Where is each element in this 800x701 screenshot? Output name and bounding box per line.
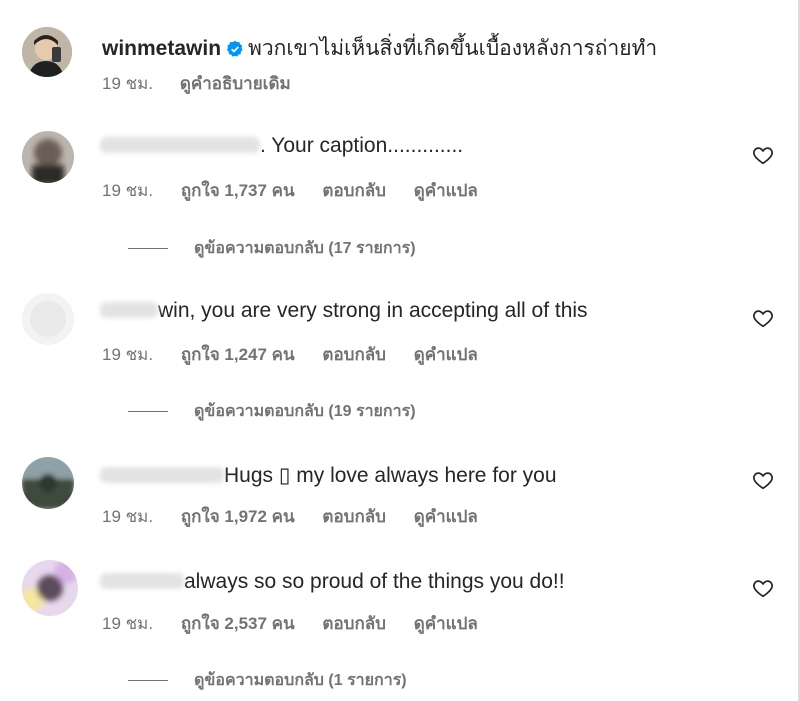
reply-button[interactable]: ตอบกลับ: [322, 614, 386, 633]
view-replies-button[interactable]: ดูข้อความตอบกลับ (17 รายการ): [128, 236, 416, 261]
comment-time: 19 ชม.: [102, 614, 154, 633]
view-replies-button[interactable]: ดูข้อความตอบกลับ (1 รายการ): [128, 668, 407, 693]
blurred-username[interactable]: [100, 467, 224, 483]
likes-count[interactable]: ถูกใจ 1,247 คน: [181, 345, 295, 364]
divider-dash: [128, 411, 168, 413]
comment-time: 19 ชม.: [102, 345, 154, 364]
likes-count[interactable]: ถูกใจ 1,737 คน: [181, 181, 295, 200]
avatar[interactable]: [22, 27, 72, 77]
comment-time: 19 ชม.: [102, 181, 154, 200]
blurred-username[interactable]: [100, 573, 184, 589]
avatar[interactable]: [22, 457, 74, 509]
view-replies-label: ดูข้อความตอบกลับ (17 รายการ): [194, 240, 416, 257]
avatar[interactable]: [22, 560, 78, 616]
comment-text: win, you are very strong in accepting al…: [158, 299, 588, 322]
reply-button[interactable]: ตอบกลับ: [322, 181, 386, 200]
avatar[interactable]: [22, 131, 74, 183]
comment-text: . Your caption.............: [260, 134, 464, 157]
reply-button[interactable]: ตอบกลับ: [322, 345, 386, 364]
see-original-caption-button[interactable]: ดูคำอธิบายเดิม: [180, 74, 291, 93]
divider-dash: [128, 680, 168, 682]
see-translation-button[interactable]: ดูคำแปล: [414, 181, 478, 200]
comment-time: 19 ชม.: [102, 507, 154, 526]
divider-dash: [128, 248, 168, 250]
heart-outline-icon[interactable]: [752, 144, 774, 166]
reply-button[interactable]: ตอบกลับ: [322, 507, 386, 526]
view-replies-button[interactable]: ดูข้อความตอบกลับ (19 รายการ): [128, 399, 416, 424]
caption-text: พวกเขาไม่เห็นสิ่งที่เกิดขึ้นเบื้องหลังกา…: [248, 37, 658, 60]
heart-outline-icon[interactable]: [752, 307, 774, 329]
see-translation-button[interactable]: ดูคำแปล: [414, 614, 478, 633]
heart-outline-icon[interactable]: [752, 469, 774, 491]
view-replies-label: ดูข้อความตอบกลับ (19 รายการ): [194, 403, 416, 420]
blurred-username[interactable]: [100, 302, 158, 318]
likes-count[interactable]: ถูกใจ 1,972 คน: [181, 507, 295, 526]
blurred-username[interactable]: [100, 137, 260, 153]
see-translation-button[interactable]: ดูคำแปล: [414, 507, 478, 526]
likes-count[interactable]: ถูกใจ 2,537 คน: [181, 614, 295, 633]
caption-time: 19 ชม.: [102, 74, 154, 93]
comment-text: always so so proud of the things you do!…: [184, 570, 565, 593]
comment-text: Hugs ▯ my love always here for you: [224, 464, 557, 487]
see-translation-button[interactable]: ดูคำแปล: [414, 345, 478, 364]
avatar[interactable]: [22, 293, 74, 345]
verified-badge-icon: [226, 40, 244, 64]
view-replies-label: ดูข้อความตอบกลับ (1 รายการ): [194, 672, 407, 689]
caption-username[interactable]: winmetawin: [102, 37, 221, 60]
heart-outline-icon[interactable]: [752, 577, 774, 599]
